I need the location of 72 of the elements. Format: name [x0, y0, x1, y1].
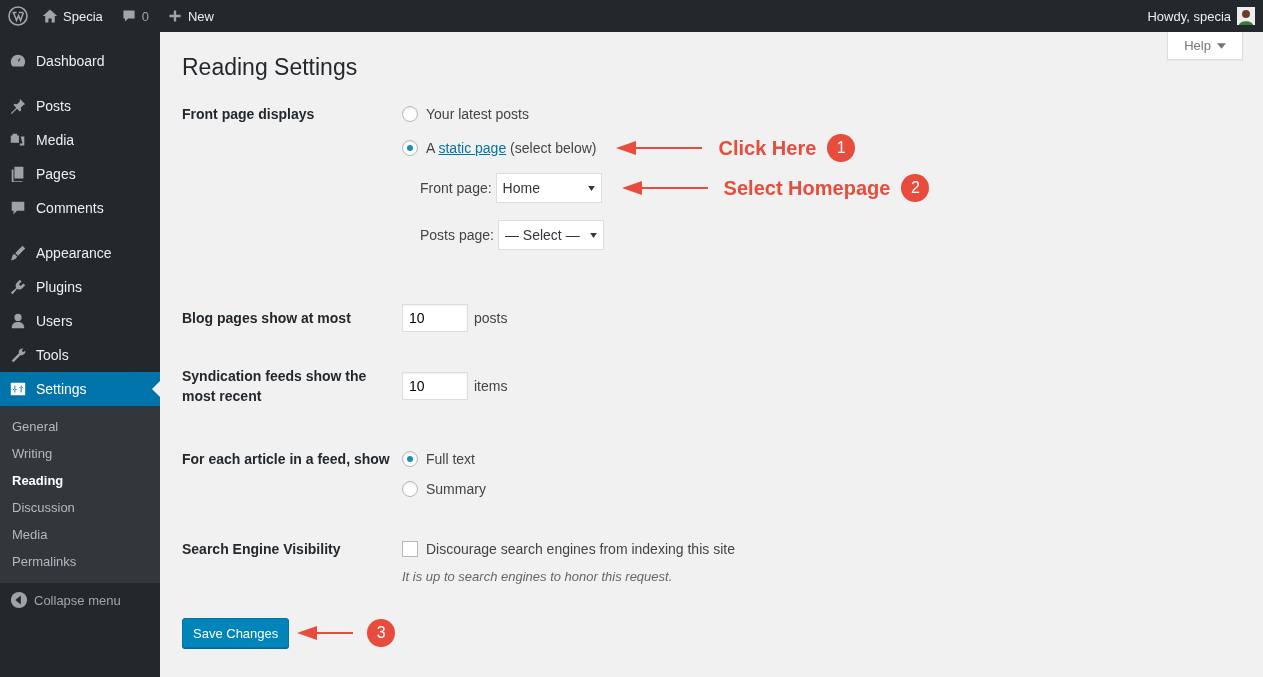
sidebar-item[interactable]: Users — [0, 304, 160, 338]
submenu-item[interactable]: Discussion — [0, 494, 160, 521]
callout-text: Click Here — [718, 136, 817, 160]
radio-button[interactable] — [402, 451, 418, 467]
radio-button[interactable] — [402, 481, 418, 497]
setting-label: Syndication feeds show the most recent — [182, 367, 368, 406]
unit-label: posts — [474, 310, 508, 326]
caret-icon — [589, 232, 597, 238]
caret-icon — [587, 185, 595, 191]
sidebar-item[interactable]: Settings — [0, 372, 160, 406]
arrow-icon — [297, 626, 354, 640]
plus-icon — [167, 8, 183, 24]
checkbox[interactable] — [402, 541, 418, 557]
submenu-item[interactable]: Permalinks — [0, 548, 160, 575]
sidebar-item[interactable]: Posts — [0, 89, 160, 123]
setting-label: Front page displays — [182, 105, 316, 124]
sidebar-item[interactable]: Appearance — [0, 236, 160, 270]
sidebar-item[interactable]: Pages — [0, 157, 160, 191]
save-changes-button[interactable]: Save Changes — [182, 618, 290, 648]
option-label: A static page (select below) — [426, 140, 597, 156]
option-label: Summary — [426, 481, 486, 497]
sidebar-item[interactable]: Comments — [0, 191, 160, 225]
number-field[interactable]: 10 — [402, 372, 468, 400]
plug-icon — [9, 278, 27, 296]
pointer-icon — [152, 381, 160, 397]
submenu-item[interactable]: General — [0, 413, 160, 440]
select-label: Front page: — [420, 180, 492, 196]
pushpin-icon — [9, 97, 27, 115]
radio-button[interactable] — [402, 140, 418, 156]
setting-label: Blog pages show at most — [182, 309, 352, 328]
greeting-text[interactable]: Howdy, specia — [1147, 8, 1231, 24]
callout-text: Select Homepage — [723, 176, 891, 200]
site-name-link[interactable]: Specia — [42, 8, 103, 24]
sidebar-item[interactable]: Tools — [0, 338, 160, 372]
arrow-icon — [621, 181, 708, 195]
speech-bubble-icon — [120, 8, 137, 24]
setting-label: Search Engine Visibility — [182, 540, 342, 559]
wordpress-logo-icon[interactable] — [8, 6, 28, 26]
unit-label: items — [474, 378, 508, 394]
number-field[interactable]: 10 — [402, 304, 468, 332]
paintbrush-icon — [9, 244, 27, 262]
comments-link[interactable]: 0 — [120, 8, 149, 24]
person-icon — [9, 312, 27, 330]
sidebar-item[interactable]: Plugins — [0, 270, 160, 304]
submenu-item[interactable]: Reading — [0, 467, 160, 494]
step-number: 1 — [827, 134, 856, 162]
arrow-icon — [616, 141, 703, 155]
setting-label: For each article in a feed, show — [182, 450, 391, 469]
house-icon — [42, 8, 58, 24]
checkbox-label: Discourage search engines from indexing this site — [426, 541, 735, 557]
dropdown-select[interactable]: — Select — — [497, 220, 604, 250]
wrench-icon — [9, 346, 27, 364]
avatar-icon[interactable] — [1237, 7, 1255, 25]
submenu-item[interactable]: Media — [0, 521, 160, 548]
hint-text: It is up to search engines to honor this request. — [402, 569, 674, 584]
caret-icon — [1216, 42, 1226, 49]
step-number: 3 — [367, 619, 396, 647]
static-page-link[interactable]: static page — [438, 140, 507, 156]
radio-button[interactable] — [402, 106, 418, 122]
page-title: Reading Settings — [182, 54, 359, 82]
sidebar-item[interactable]: Dashboard — [0, 44, 160, 78]
option-label: Full text — [426, 451, 475, 467]
select-label: Posts page: — [420, 227, 494, 243]
collapse-menu-button[interactable]: Collapse menu — [0, 583, 160, 617]
step-number: 2 — [901, 174, 930, 202]
help-tab[interactable]: Help — [1167, 32, 1243, 60]
sliders-icon — [9, 380, 27, 398]
option-label: Your latest posts — [426, 106, 529, 122]
new-link[interactable]: New — [167, 8, 214, 24]
dropdown-select[interactable]: Home — [495, 173, 602, 203]
sidebar-item[interactable]: Media — [0, 123, 160, 157]
submenu-item[interactable]: Writing — [0, 440, 160, 467]
